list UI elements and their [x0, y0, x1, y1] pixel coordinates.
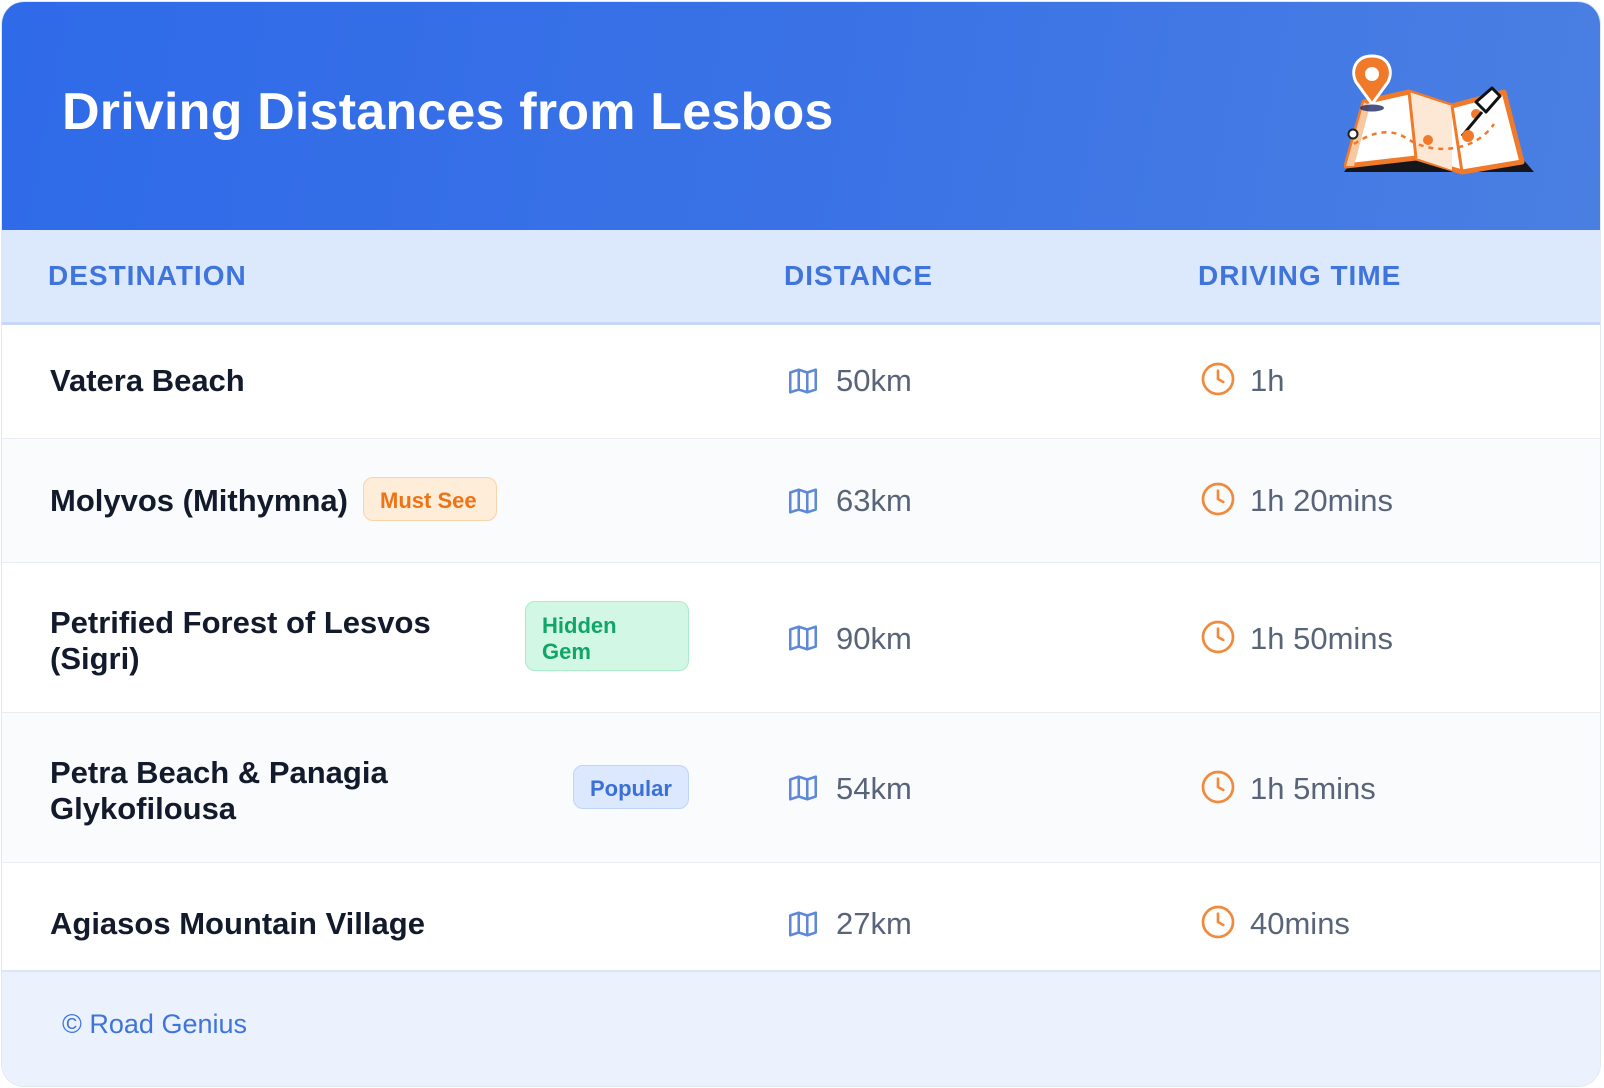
destination-name: Petra Beach & Panagia Glykofilousa — [50, 755, 388, 827]
destination-name-line: Glykofilousa — [50, 791, 237, 826]
distance-value: 63km — [836, 483, 912, 518]
destination-name-line: (Sigri) — [50, 641, 140, 676]
destination-name-line: Petrified Forest of Lesvos — [50, 605, 431, 640]
destination-name: Vatera Beach — [50, 363, 245, 398]
table-header: DESTINATION DISTANCE DRIVING TIME — [2, 230, 1600, 325]
column-header-driving-time[interactable]: DRIVING TIME — [1198, 260, 1401, 292]
map-icon — [788, 488, 818, 514]
clock-icon — [1201, 905, 1235, 939]
clock-icon — [1201, 620, 1235, 654]
distance-value: 54km — [836, 771, 912, 806]
footer: © Road Genius — [2, 970, 1600, 1086]
map-icon — [788, 775, 818, 801]
clock-icon — [1201, 482, 1235, 516]
driving-time-value: 1h 50mins — [1250, 621, 1394, 656]
map-icon — [788, 625, 818, 651]
distance-value: 90km — [836, 621, 912, 656]
destination-name-line: Petra Beach & Panagia — [50, 755, 388, 790]
badge-line: Gem — [542, 639, 591, 664]
popular-badge: Popular — [573, 765, 689, 809]
must-see-badge: Must See — [363, 477, 497, 521]
distance-card: Driving Distances from Lesbos DESTINATIO… — [2, 2, 1600, 1086]
driving-time-value: 40mins — [1250, 906, 1350, 941]
table-row[interactable]: Agiasos Mountain Village 27km 40mins — [2, 863, 1600, 976]
distance-value: 50km — [836, 363, 912, 398]
distance-value: 27km — [836, 906, 912, 941]
hidden-gem-badge: Hidden Gem — [525, 601, 689, 671]
destination-name: Petrified Forest of Lesvos (Sigri) — [50, 605, 431, 677]
header-banner: Driving Distances from Lesbos — [2, 2, 1600, 230]
badge-line: Hidden — [542, 613, 617, 638]
table-row[interactable]: Petra Beach & Panagia Glykofilousa Popul… — [2, 713, 1600, 863]
driving-time-value: 1h — [1250, 363, 1285, 398]
map-icon — [788, 911, 818, 937]
column-header-distance[interactable]: DISTANCE — [784, 260, 933, 292]
column-header-destination[interactable]: DESTINATION — [48, 260, 247, 292]
clock-icon — [1201, 770, 1235, 804]
driving-time-value: 1h 5mins — [1250, 771, 1376, 806]
destination-name: Agiasos Mountain Village — [50, 906, 425, 941]
map-icon — [788, 368, 818, 394]
table-row[interactable]: Molyvos (Mithymna) Must See 63km 1h 20mi… — [2, 439, 1600, 563]
clock-icon — [1201, 362, 1235, 396]
destination-name: Molyvos (Mithymna) — [50, 483, 348, 518]
folded-map-with-pins-icon — [1344, 54, 1534, 175]
driving-time-value: 1h 20mins — [1250, 483, 1394, 518]
table-row[interactable]: Petrified Forest of Lesvos (Sigri) Hidde… — [2, 563, 1600, 713]
copyright-text[interactable]: © Road Genius — [62, 1009, 247, 1040]
page-title: Driving Distances from Lesbos — [62, 83, 834, 141]
table-row[interactable]: Vatera Beach 50km 1h — [2, 325, 1600, 439]
